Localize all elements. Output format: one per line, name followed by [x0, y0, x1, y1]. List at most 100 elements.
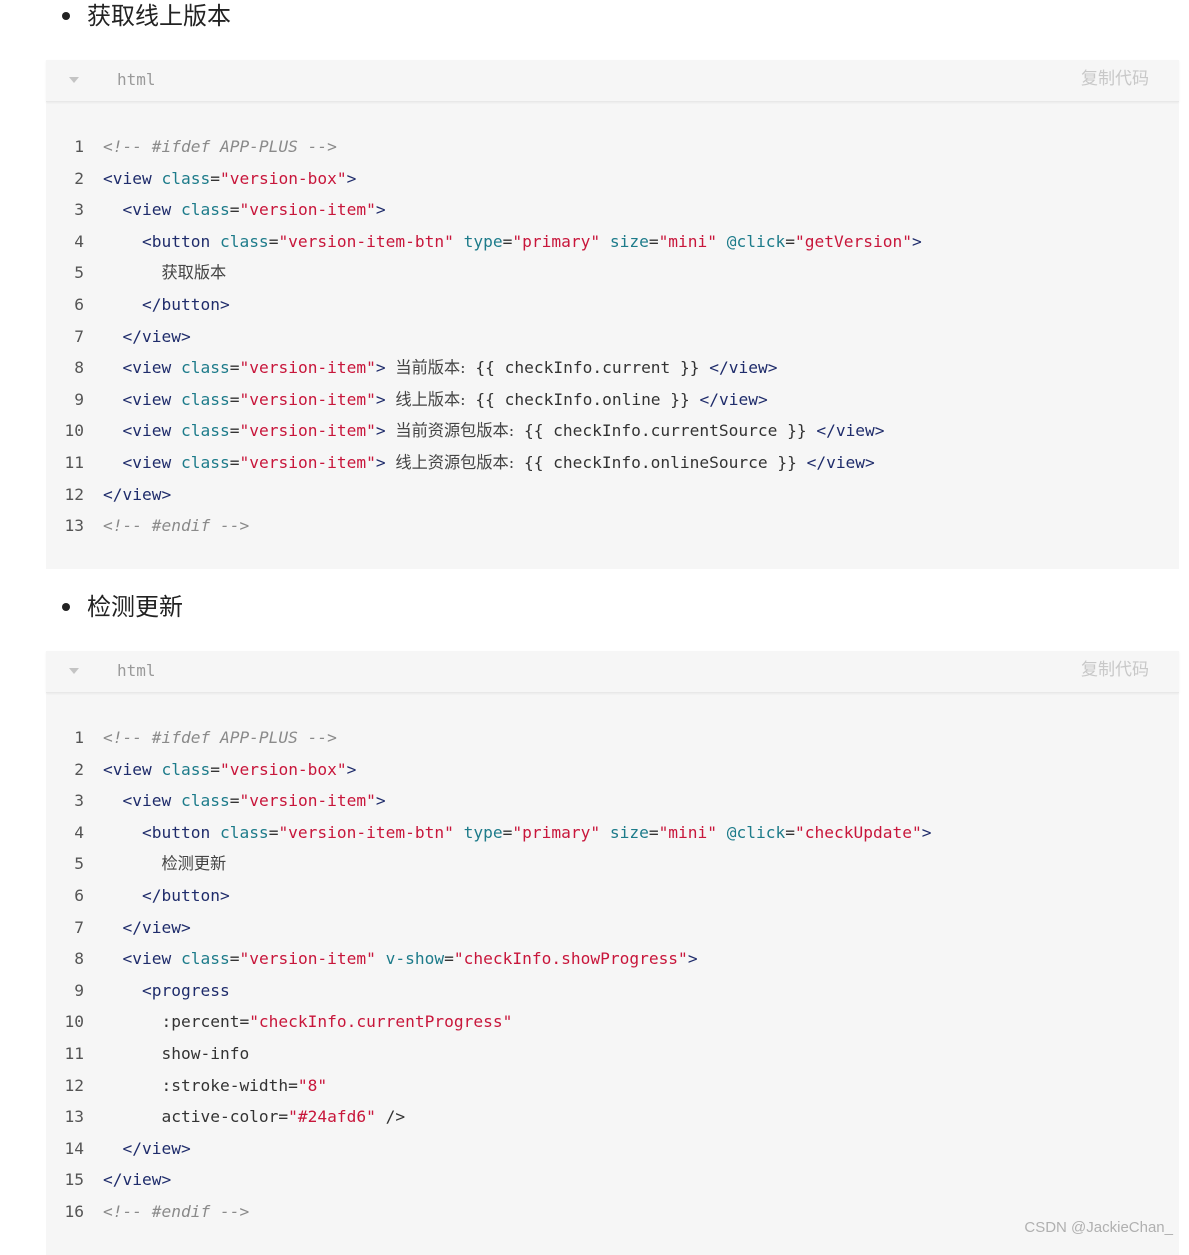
code-line: 8 <view class="version-item" v-show="che… — [46, 943, 1179, 975]
code-token: <view — [122, 421, 181, 441]
code-line: 5 获取版本 — [46, 257, 1179, 289]
line-number: 9 — [74, 980, 84, 1000]
code-token: = — [229, 200, 240, 220]
code-token: </view> — [103, 484, 172, 504]
code-token: "version-item" — [239, 949, 376, 969]
caret-down-icon[interactable] — [69, 77, 79, 83]
code-token: = — [502, 822, 513, 842]
line-number: 7 — [74, 917, 84, 937]
code-token: "primary" — [512, 231, 601, 251]
code-token: class — [219, 231, 269, 251]
code-token: </view> — [103, 1170, 172, 1190]
code-token: "8" — [297, 1075, 328, 1095]
code-token: <view — [122, 452, 181, 472]
code-token: "getVersion" — [795, 231, 912, 251]
code-token: = — [648, 822, 659, 842]
caret-down-icon[interactable] — [69, 668, 79, 674]
code-line: 3 <view class="version-item"> — [46, 194, 1179, 226]
code-token: <!-- #ifdef APP-PLUS --> — [103, 137, 337, 156]
code-text: <!-- #endif --> — [103, 510, 249, 542]
section-heading-2: 检测更新 — [62, 591, 183, 623]
section-heading-text: 获取线上版本 — [87, 2, 231, 30]
code-token: > — [375, 389, 386, 409]
copy-code-button[interactable]: 复制代码 — [1081, 659, 1149, 681]
code-token: = — [648, 231, 659, 251]
code-token: "version-item" — [239, 389, 376, 409]
bullet-icon — [62, 12, 70, 20]
code-token: /> — [375, 1107, 406, 1127]
code-body: 1 <!-- #ifdef APP-PLUS --> 2 <view class="v… — [46, 693, 1179, 1255]
code-token: </button> — [141, 294, 230, 314]
code-line: 1 <!-- #ifdef APP-PLUS --> — [46, 131, 1179, 163]
code-token: </view> — [122, 326, 191, 346]
code-token: = — [210, 759, 220, 779]
code-token: <progress — [141, 980, 230, 1000]
code-token: = — [210, 168, 220, 188]
code-block-2: html 复制代码 1 <!-- #ifdef APP-PLUS --> 2 <vie… — [46, 651, 1179, 1255]
code-token: 检测更新 — [161, 854, 227, 874]
code-token: > — [921, 822, 932, 842]
code-line: 6 </button> — [46, 880, 1179, 912]
line-number: 2 — [74, 168, 84, 188]
line-number: 6 — [74, 294, 84, 314]
line-number: 3 — [74, 200, 84, 220]
code-line: 13 active-color="#24afd6" /> — [46, 1101, 1179, 1133]
code-text: <!-- #ifdef APP-PLUS --> — [103, 131, 337, 163]
line-number: 14 — [64, 1138, 85, 1158]
code-line: 2 <view class="version-box"> — [46, 163, 1179, 195]
line-number: 12 — [64, 484, 85, 504]
code-token: {{ checkInfo.current }} — [465, 358, 710, 378]
code-line: 5 检测更新 — [46, 848, 1179, 880]
code-token: = — [229, 389, 240, 409]
line-number: 10 — [64, 421, 85, 441]
code-token: "version-item-btn" — [278, 822, 454, 842]
code-token: class — [161, 168, 211, 188]
code-line: 4 <button class="version-item-btn" type=… — [46, 226, 1179, 258]
code-text: 检测更新 — [103, 848, 226, 880]
code-text: <view class="version-box"> — [103, 163, 356, 195]
line-number: 1 — [74, 728, 84, 747]
code-text: <button class="version-item-btn" type="p… — [103, 226, 922, 258]
code-token: :stroke-width= — [103, 1075, 298, 1095]
code-token: = — [785, 822, 796, 842]
code-text: </view> — [103, 912, 191, 944]
code-token: <view — [122, 358, 181, 378]
code-token: <button — [141, 231, 220, 251]
copy-code-button[interactable]: 复制代码 — [1081, 68, 1149, 90]
code-language-label: html — [117, 70, 156, 89]
code-token: </view> — [122, 917, 191, 937]
code-line: 4 <button class="version-item-btn" type=… — [46, 817, 1179, 849]
code-token: v-show — [385, 949, 445, 969]
code-token: size — [609, 231, 649, 251]
code-token: <view — [122, 200, 181, 220]
code-token: 当前版本: — [395, 358, 466, 378]
code-text: <view class="version-item"> — [103, 785, 386, 817]
code-token: 当前资源包版本: — [395, 421, 515, 441]
line-number: 13 — [64, 516, 85, 536]
code-text: <view class="version-item"> 当前版本: {{ che… — [103, 352, 778, 384]
code-token: class — [180, 421, 230, 441]
code-token: </view> — [709, 358, 778, 378]
code-token: "version-item" — [239, 421, 376, 441]
code-token: <!-- #endif --> — [103, 1201, 250, 1221]
code-token: "version-box" — [219, 168, 347, 188]
line-number: 1 — [74, 137, 84, 156]
code-line: 7 </view> — [46, 321, 1179, 353]
code-token: class — [180, 358, 230, 378]
code-token: <!-- #ifdef APP-PLUS --> — [103, 728, 337, 747]
code-text: :stroke-width="8" — [103, 1070, 327, 1102]
code-token: = — [229, 452, 240, 472]
code-line: 10 :percent="checkInfo.currentProgress" — [46, 1006, 1179, 1038]
code-token: "version-item" — [239, 200, 376, 220]
